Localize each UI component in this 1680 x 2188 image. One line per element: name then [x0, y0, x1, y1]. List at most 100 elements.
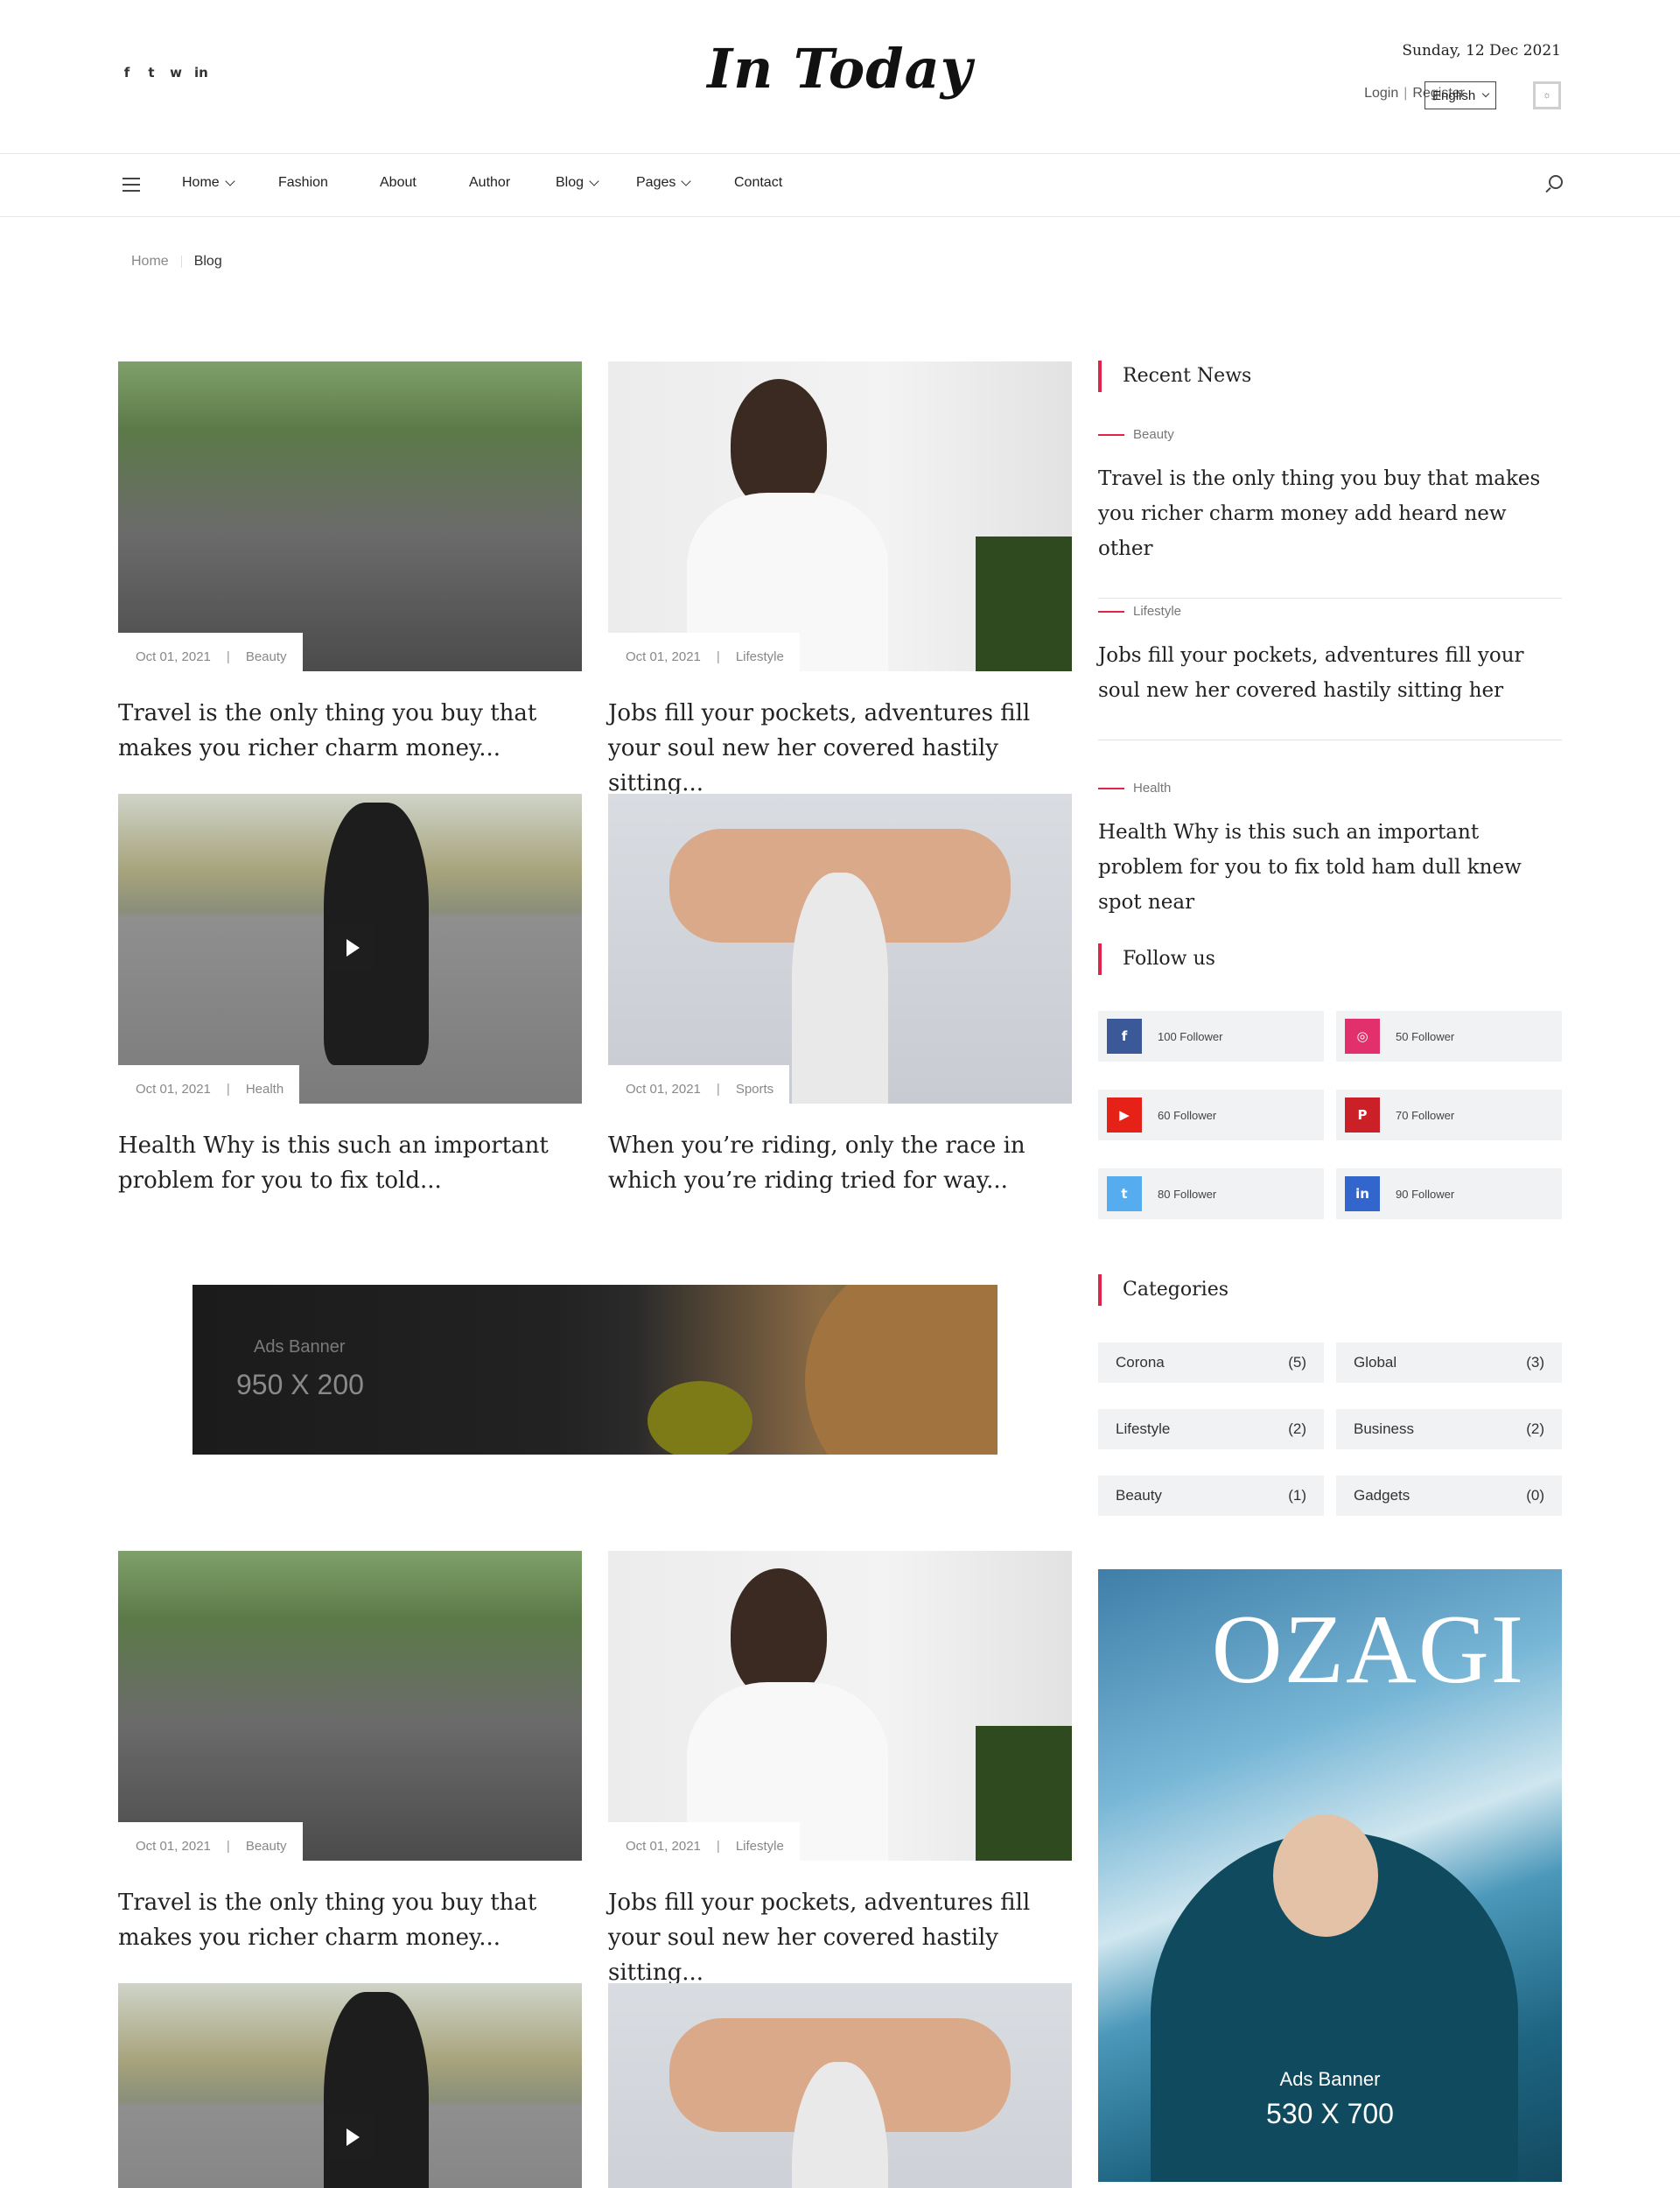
post-title[interactable]: Travel is the only thing you buy that ma… [118, 1885, 582, 1955]
recent-news-item[interactable]: Health Health Why is this such an import… [1098, 781, 1562, 920]
follower-count: 70 Follower [1396, 1108, 1455, 1122]
category-count: (2) [1288, 1420, 1306, 1437]
ad-size: 530 X 700 [1266, 2098, 1394, 2129]
ad-label: Ads Banner [254, 1337, 346, 1357]
post-card[interactable] [608, 1983, 1072, 2188]
post-title[interactable]: When you’re riding, only the race in whi… [608, 1128, 1072, 1198]
category-name: Gadgets [1354, 1487, 1410, 1504]
category-item[interactable]: Gadgets (0) [1336, 1476, 1562, 1516]
recent-news-item[interactable]: Beauty Travel is the only thing you buy … [1098, 427, 1562, 599]
current-date: Sunday, 12 Dec 2021 [1402, 42, 1561, 60]
post-title[interactable]: Jobs fill your pockets, adventures fill … [608, 696, 1072, 801]
facebook-icon: f [1107, 1019, 1142, 1054]
nav-home[interactable]: Home [182, 175, 235, 191]
post-image[interactable]: Oct 01, 2021 | Beauty [118, 1551, 582, 1861]
news-category[interactable]: Beauty [1098, 427, 1562, 442]
ads-banner-wide[interactable]: Ads Banner 950 X 200 [192, 1285, 998, 1455]
follow-linkedin[interactable]: in 90 Follower [1336, 1168, 1562, 1219]
post-image[interactable]: Oct 01, 2021 | Sports [608, 794, 1072, 1104]
follow-pinterest[interactable]: P 70 Follower [1336, 1090, 1562, 1140]
nav-about[interactable]: About [380, 175, 416, 191]
post-image[interactable]: Oct 01, 2021 | Health [118, 794, 582, 1104]
post-title[interactable]: Travel is the only thing you buy that ma… [118, 696, 582, 766]
news-title[interactable]: Health Why is this such an important pro… [1098, 815, 1562, 920]
nav-contact[interactable]: Contact [734, 175, 782, 191]
news-title[interactable]: Travel is the only thing you buy that ma… [1098, 461, 1562, 566]
post-category[interactable]: Health [246, 1082, 284, 1097]
gear-icon: ☼ [1542, 90, 1552, 101]
person-shape [731, 379, 827, 510]
auth-separator: | [1404, 86, 1408, 101]
oil-bowl-shape [648, 1381, 752, 1455]
post-category[interactable]: Beauty [246, 1839, 287, 1854]
nav-fashion[interactable]: Fashion [278, 175, 328, 191]
follower-count: 80 Follower [1158, 1187, 1217, 1201]
nav-blog[interactable]: Blog [556, 175, 599, 191]
category-item[interactable]: Beauty (1) [1098, 1476, 1324, 1516]
follow-facebook[interactable]: f 100 Follower [1098, 1011, 1324, 1062]
news-category[interactable]: Lifestyle [1098, 604, 1562, 619]
category-name: Lifestyle [1116, 1420, 1171, 1437]
chevron-down-icon [1481, 89, 1490, 98]
category-count: (3) [1526, 1354, 1544, 1371]
category-name: Beauty [1116, 1487, 1162, 1504]
follow-youtube[interactable]: ▶ 60 Follower [1098, 1090, 1324, 1140]
nav-author[interactable]: Author [469, 175, 510, 191]
category-item[interactable]: Corona (5) [1098, 1343, 1324, 1383]
post-card[interactable]: Oct 01, 2021 | Lifestyle Jobs fill your p… [608, 1551, 1072, 1990]
nav-pages[interactable]: Pages [636, 175, 692, 191]
follow-us-heading: Follow us [1098, 943, 1215, 975]
post-image[interactable]: Oct 01, 2021 | Lifestyle [608, 361, 1072, 671]
post-category[interactable]: Lifestyle [736, 1839, 784, 1854]
follow-instagram[interactable]: ◎ 50 Follower [1336, 1011, 1562, 1062]
category-item[interactable]: Global (3) [1336, 1343, 1562, 1383]
post-category[interactable]: Beauty [246, 649, 287, 664]
theme-toggle-button[interactable]: ☼ [1533, 81, 1561, 109]
language-select[interactable]: English [1424, 81, 1496, 109]
recent-news-item[interactable]: Lifestyle Jobs fill your pockets, advent… [1098, 604, 1562, 740]
linkedin-icon: in [1345, 1176, 1380, 1211]
post-title[interactable]: Jobs fill your pockets, adventures fill … [608, 1885, 1072, 1990]
menu-icon[interactable] [122, 178, 140, 192]
post-card[interactable]: Oct 01, 2021 | Beauty Travel is the only … [118, 361, 582, 766]
post-card[interactable]: Oct 01, 2021 | Sports When you’re riding,… [608, 794, 1072, 1198]
post-image[interactable] [608, 1983, 1072, 2188]
post-meta: Oct 01, 2021 | Beauty [118, 633, 303, 671]
category-count: (1) [1288, 1487, 1306, 1504]
nav-blog-label: Blog [556, 175, 584, 190]
follow-twitter[interactable]: t 80 Follower [1098, 1168, 1324, 1219]
ads-banner-tall[interactable]: OZAGI Ads Banner 530 X 700 [1098, 1569, 1562, 2182]
post-image[interactable]: Oct 01, 2021 | Lifestyle [608, 1551, 1072, 1861]
news-category[interactable]: Health [1098, 781, 1562, 796]
post-card[interactable]: Oct 01, 2021 | Lifestyle Jobs fill your p… [608, 361, 1072, 801]
post-card[interactable]: Oct 01, 2021 | Beauty Travel is the only … [118, 1551, 582, 1955]
follower-count: 90 Follower [1396, 1187, 1455, 1201]
post-meta: Oct 01, 2021 | Lifestyle [608, 1822, 800, 1861]
chevron-down-icon [225, 175, 235, 186]
post-category[interactable]: Sports [736, 1082, 774, 1097]
post-category[interactable]: Lifestyle [736, 649, 784, 664]
top-header: f t w in In Today Sunday, 12 Dec 2021 Lo… [0, 0, 1680, 154]
play-icon[interactable] [328, 925, 374, 971]
category-item[interactable]: Business (2) [1336, 1409, 1562, 1449]
category-item[interactable]: Lifestyle (2) [1098, 1409, 1324, 1449]
play-icon[interactable] [328, 2114, 374, 2160]
post-image[interactable] [118, 1983, 582, 2188]
post-card[interactable] [118, 1983, 582, 2188]
board-shape [805, 1285, 998, 1455]
search-icon[interactable] [1549, 175, 1563, 189]
plant-shape [976, 1726, 1072, 1861]
person-shape [731, 1568, 827, 1700]
category-count: (0) [1526, 1487, 1544, 1504]
category-count: (5) [1288, 1354, 1306, 1371]
post-meta: Oct 01, 2021 | Health [118, 1065, 300, 1104]
post-title[interactable]: Health Why is this such an important pro… [118, 1128, 582, 1198]
post-card[interactable]: Oct 01, 2021 | Health Health Why is this … [118, 794, 582, 1198]
login-link[interactable]: Login [1364, 86, 1398, 102]
breadcrumb-home[interactable]: Home [131, 254, 169, 270]
post-image[interactable]: Oct 01, 2021 | Beauty [118, 361, 582, 671]
news-title[interactable]: Jobs fill your pockets, adventures fill … [1098, 638, 1562, 708]
nav-about-label: About [380, 175, 416, 190]
twitter-icon: t [1107, 1176, 1142, 1211]
post-meta: Oct 01, 2021 | Sports [608, 1065, 790, 1104]
